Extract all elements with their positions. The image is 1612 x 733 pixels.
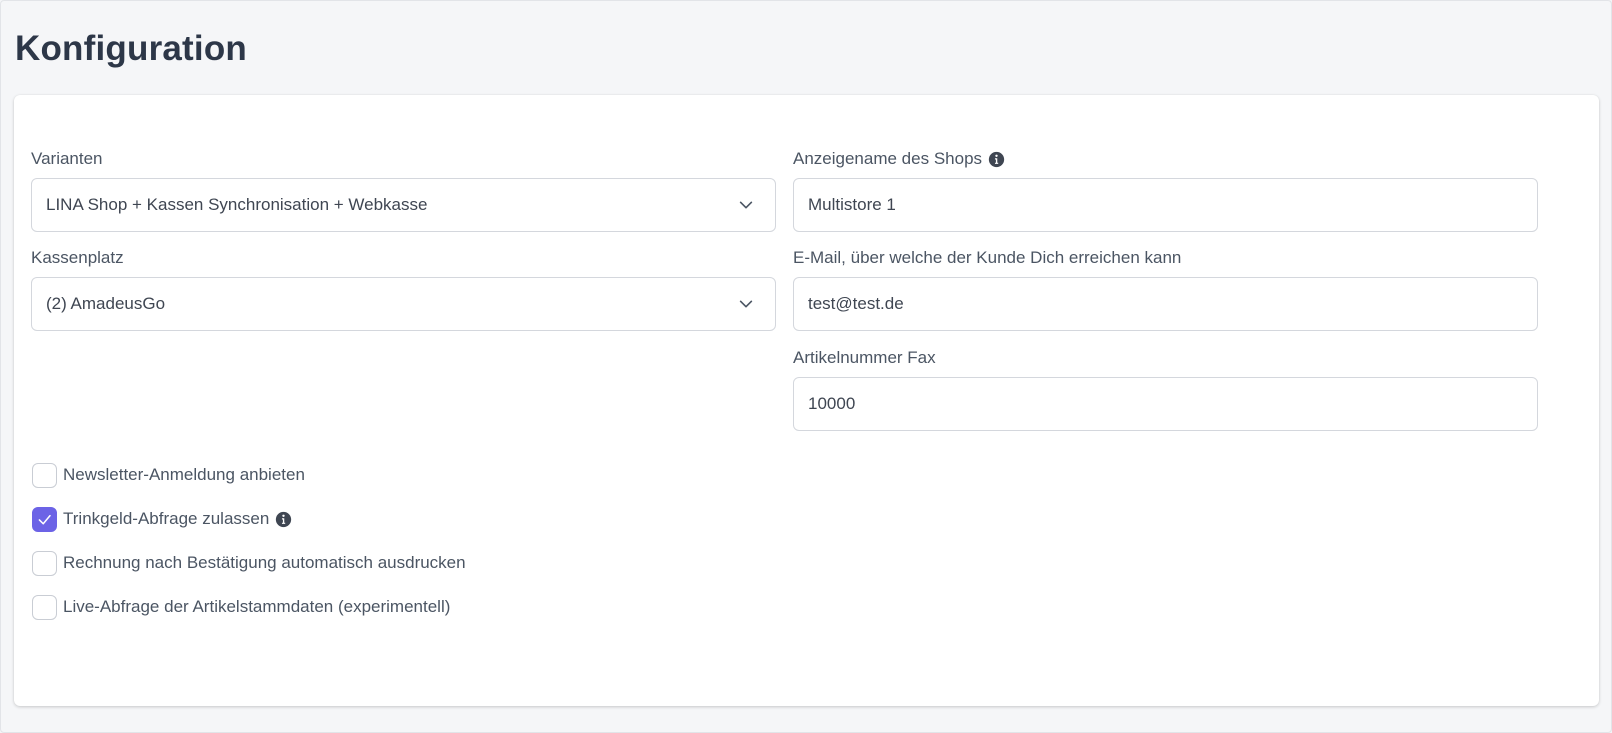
shop-name-input[interactable]: Multistore 1 <box>793 178 1538 232</box>
rechnung-label: Rechnung nach Bestätigung automatisch au… <box>63 553 466 572</box>
email-field: E-Mail, über welche der Kunde Dich errei… <box>793 247 1538 331</box>
newsletter-checkbox[interactable] <box>32 462 57 488</box>
chevron-down-icon <box>739 300 753 308</box>
artikelnummer-fax-field: Artikelnummer Fax 10000 <box>793 347 1538 431</box>
page-title: Konfiguration <box>15 29 247 68</box>
varianten-label: Varianten <box>31 149 103 168</box>
trinkgeld-checkbox[interactable] <box>32 506 57 532</box>
newsletter-option[interactable]: Newsletter-Anmeldung anbieten <box>32 461 305 489</box>
trinkgeld-label: Trinkgeld-Abfrage zulassen <box>63 509 270 528</box>
rechnung-checkbox[interactable] <box>32 550 57 576</box>
live-abfrage-checkbox[interactable] <box>32 594 57 620</box>
app-frame: Konfiguration Varianten LINA Shop + Kass… <box>0 0 1612 733</box>
kassenplatz-select[interactable]: (2) AmadeusGo <box>31 277 776 331</box>
kassenplatz-label: Kassenplatz <box>31 248 124 267</box>
info-icon[interactable] <box>275 511 292 528</box>
shop-name-field: Anzeigename des Shops Multistore 1 <box>793 148 1538 232</box>
live-abfrage-label: Live-Abfrage der Artikelstammdaten (expe… <box>63 597 451 616</box>
email-input[interactable]: test@test.de <box>793 277 1538 331</box>
varianten-selected-value: LINA Shop + Kassen Synchronisation + Web… <box>46 195 428 214</box>
check-icon <box>38 514 51 525</box>
chevron-down-icon <box>739 201 753 209</box>
shop-name-label: Anzeigename des Shops <box>793 148 1538 170</box>
kassenplatz-selected-value: (2) AmadeusGo <box>46 294 166 313</box>
artikelnummer-fax-input[interactable]: 10000 <box>793 377 1538 431</box>
kassenplatz-field: Kassenplatz (2) AmadeusGo <box>31 247 776 331</box>
varianten-field: Varianten LINA Shop + Kassen Synchronisa… <box>31 148 776 232</box>
artikelnummer-fax-label: Artikelnummer Fax <box>793 348 936 367</box>
varianten-select[interactable]: LINA Shop + Kassen Synchronisation + Web… <box>31 178 776 232</box>
newsletter-label: Newsletter-Anmeldung anbieten <box>63 465 305 484</box>
rechnung-option[interactable]: Rechnung nach Bestätigung automatisch au… <box>32 549 466 577</box>
trinkgeld-option[interactable]: Trinkgeld-Abfrage zulassen <box>32 505 292 533</box>
email-label: E-Mail, über welche der Kunde Dich errei… <box>793 248 1182 267</box>
info-icon[interactable] <box>988 151 1005 168</box>
live-abfrage-option[interactable]: Live-Abfrage der Artikelstammdaten (expe… <box>32 593 450 621</box>
